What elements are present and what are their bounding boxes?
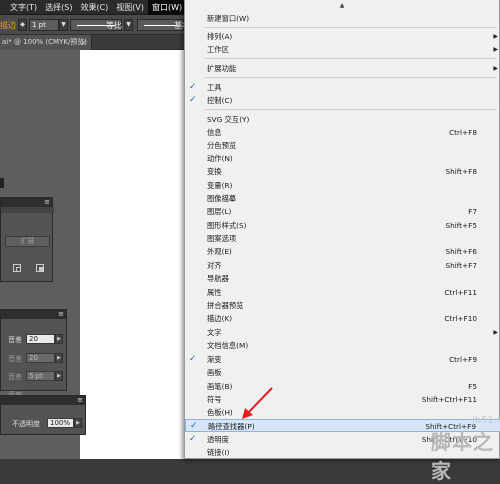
opacity-label: 不透明度 bbox=[12, 420, 40, 428]
dash-stepper-icon[interactable]: ▶ bbox=[55, 353, 63, 363]
transparency-panel: ≡ 不透明度 100% ▶ bbox=[0, 395, 86, 435]
panel-header[interactable]: ≡ bbox=[1, 310, 66, 319]
menu-item-artboards[interactable]: 画板 bbox=[185, 366, 500, 379]
menu-item-align[interactable]: 对齐 Shift+F7 bbox=[185, 259, 500, 272]
dash-field[interactable]: 20 bbox=[26, 334, 55, 344]
menu-separator bbox=[205, 77, 497, 78]
menu-scroll-up-icon[interactable]: ▲ bbox=[185, 0, 499, 12]
menu-item-workspace[interactable]: 工作区 ▶ bbox=[185, 43, 500, 56]
menu-item-control[interactable]: ✓ 控制(C) bbox=[185, 94, 500, 107]
menu-item-gradient[interactable]: ✓ 渐变 Ctrl+F9 bbox=[185, 353, 500, 366]
menu-separator bbox=[205, 27, 497, 28]
menu-view[interactable]: 视图(V) bbox=[112, 0, 148, 15]
panel-collapse-handle[interactable] bbox=[0, 178, 4, 188]
menu-item-extensions[interactable]: 扩展功能 ▶ bbox=[185, 62, 500, 75]
pathfinder-divide-icon[interactable] bbox=[13, 264, 21, 272]
panel-menu-icon[interactable]: ≡ bbox=[44, 198, 50, 207]
stroke-weight-field[interactable]: 1 pt bbox=[29, 19, 59, 31]
checkmark-icon: ✓ bbox=[189, 82, 197, 92]
submenu-arrow-icon: ▶ bbox=[493, 33, 498, 40]
document-tab[interactable]: ai* @ 100% (CMYK/预览) bbox=[0, 35, 92, 50]
dash-stepper-icon[interactable]: ▶ bbox=[55, 371, 63, 381]
profile-dropdown-icon[interactable]: ▼ bbox=[124, 19, 133, 31]
dash-label: 音差 bbox=[8, 355, 22, 363]
opacity-field[interactable]: 100% bbox=[47, 418, 74, 428]
menu-item-separations-preview[interactable]: 分色预览 bbox=[185, 139, 500, 152]
annotation-arrow-icon bbox=[242, 387, 273, 419]
pathfinder-panel: ≡ 扩展 bbox=[0, 197, 54, 282]
submenu-arrow-icon: ▶ bbox=[493, 65, 498, 72]
watermark-brand: 脚本之家 bbox=[431, 430, 494, 483]
submenu-arrow-icon: ▶ bbox=[493, 46, 498, 53]
menu-text[interactable]: 文字(T) bbox=[0, 0, 41, 15]
menu-item-graphic-styles[interactable]: 图形样式(S) Shift+F5 bbox=[185, 219, 500, 232]
checkmark-icon: ✓ bbox=[190, 421, 198, 431]
panel-menu-icon[interactable]: ≡ bbox=[58, 310, 64, 319]
window-menu-dropdown: ▲ 新建窗口(W) 排列(A) ▶ 工作区 ▶ 扩展功能 ▶ ✓ 工具 ✓ 控制(C) S… bbox=[184, 0, 500, 459]
pathfinder-trim-icon[interactable] bbox=[36, 264, 44, 272]
menu-separator bbox=[205, 109, 497, 110]
menu-item-variables[interactable]: 变量(R) bbox=[185, 179, 500, 192]
submenu-arrow-icon: ▶ bbox=[493, 329, 498, 336]
opacity-dropdown-icon[interactable]: ▶ bbox=[74, 418, 82, 428]
menu-item-brushes[interactable]: 画笔(B) F5 bbox=[185, 380, 500, 393]
stroke-label[interactable]: 描边 bbox=[0, 20, 16, 31]
menu-item-arrange[interactable]: 排列(A) ▶ bbox=[185, 30, 500, 43]
dash-field[interactable]: 20 bbox=[26, 353, 55, 363]
panel-header[interactable]: ≡ bbox=[1, 198, 52, 207]
stroke-panel: ≡ 音差 20 ▶ 音差 20 ▶ 音差 5 pt ▶ 音差 bbox=[0, 309, 67, 399]
expand-button[interactable]: 扩展 bbox=[5, 236, 50, 247]
menu-item-attributes[interactable]: 属性 Ctrl+F11 bbox=[185, 286, 500, 299]
panel-tab-strip bbox=[1, 207, 54, 213]
menu-item-type[interactable]: 文字 ▶ bbox=[185, 326, 500, 339]
menu-separator bbox=[205, 58, 497, 59]
stroke-stepper-icon[interactable]: ◆ bbox=[18, 19, 27, 31]
menu-effect[interactable]: 效果(C) bbox=[76, 0, 112, 15]
menu-item-swatches[interactable]: 色板(H) bbox=[185, 406, 500, 419]
menu-select[interactable]: 选择(S) bbox=[41, 0, 76, 15]
menu-item-navigator[interactable]: 导航器 bbox=[185, 272, 500, 285]
menu-item-flattener-preview[interactable]: 拼合器预览 bbox=[185, 299, 500, 312]
stroke-weight-dropdown-icon[interactable]: ▼ bbox=[59, 19, 68, 31]
checkmark-icon: ✓ bbox=[189, 95, 197, 105]
menu-item-symbols[interactable]: 符号 Shift+Ctrl+F11 bbox=[185, 393, 500, 406]
checkmark-icon: ✓ bbox=[189, 354, 197, 364]
profile-label: 等比 bbox=[106, 21, 122, 30]
panel-menu-icon[interactable]: ≡ bbox=[77, 396, 83, 405]
menu-item-tools[interactable]: ✓ 工具 bbox=[185, 81, 500, 94]
menu-window[interactable]: 窗口(W) bbox=[148, 0, 187, 15]
menu-item-transform[interactable]: 变换 Shift+F8 bbox=[185, 165, 500, 178]
document-tab-title: ai* @ 100% (CMYK/预览) bbox=[2, 38, 88, 46]
menu-item-pattern-options[interactable]: 图案选项 bbox=[185, 232, 500, 245]
close-icon[interactable]: × bbox=[80, 35, 87, 50]
menu-item-appearance[interactable]: 外观(E) Shift+F6 bbox=[185, 245, 500, 258]
menu-item-stroke[interactable]: 描边(K) Ctrl+F10 bbox=[185, 312, 500, 325]
menu-item-info[interactable]: 信息 Ctrl+F8 bbox=[185, 126, 500, 139]
menu-item-svg-interactivity[interactable]: SVG 交互(Y) bbox=[185, 113, 500, 126]
checkmark-icon: ✓ bbox=[189, 434, 197, 444]
watermark-domain: jb51.net bbox=[472, 415, 500, 426]
menu-item-image-trace[interactable]: 图像描摹 bbox=[185, 192, 500, 205]
menu-item-new-window[interactable]: 新建窗口(W) bbox=[185, 12, 500, 25]
dash-label: 音差 bbox=[8, 336, 22, 344]
dash-stepper-icon[interactable]: ▶ bbox=[55, 334, 63, 344]
menu-item-layers[interactable]: 图层(L) F7 bbox=[185, 205, 500, 218]
menu-item-actions[interactable]: 动作(N) bbox=[185, 152, 500, 165]
dash-label: 音差 bbox=[8, 373, 22, 381]
dash-field[interactable]: 5 pt bbox=[26, 371, 55, 381]
panel-header[interactable]: ≡ bbox=[1, 396, 85, 405]
menu-item-document-info[interactable]: 文档信息(M) bbox=[185, 339, 500, 352]
